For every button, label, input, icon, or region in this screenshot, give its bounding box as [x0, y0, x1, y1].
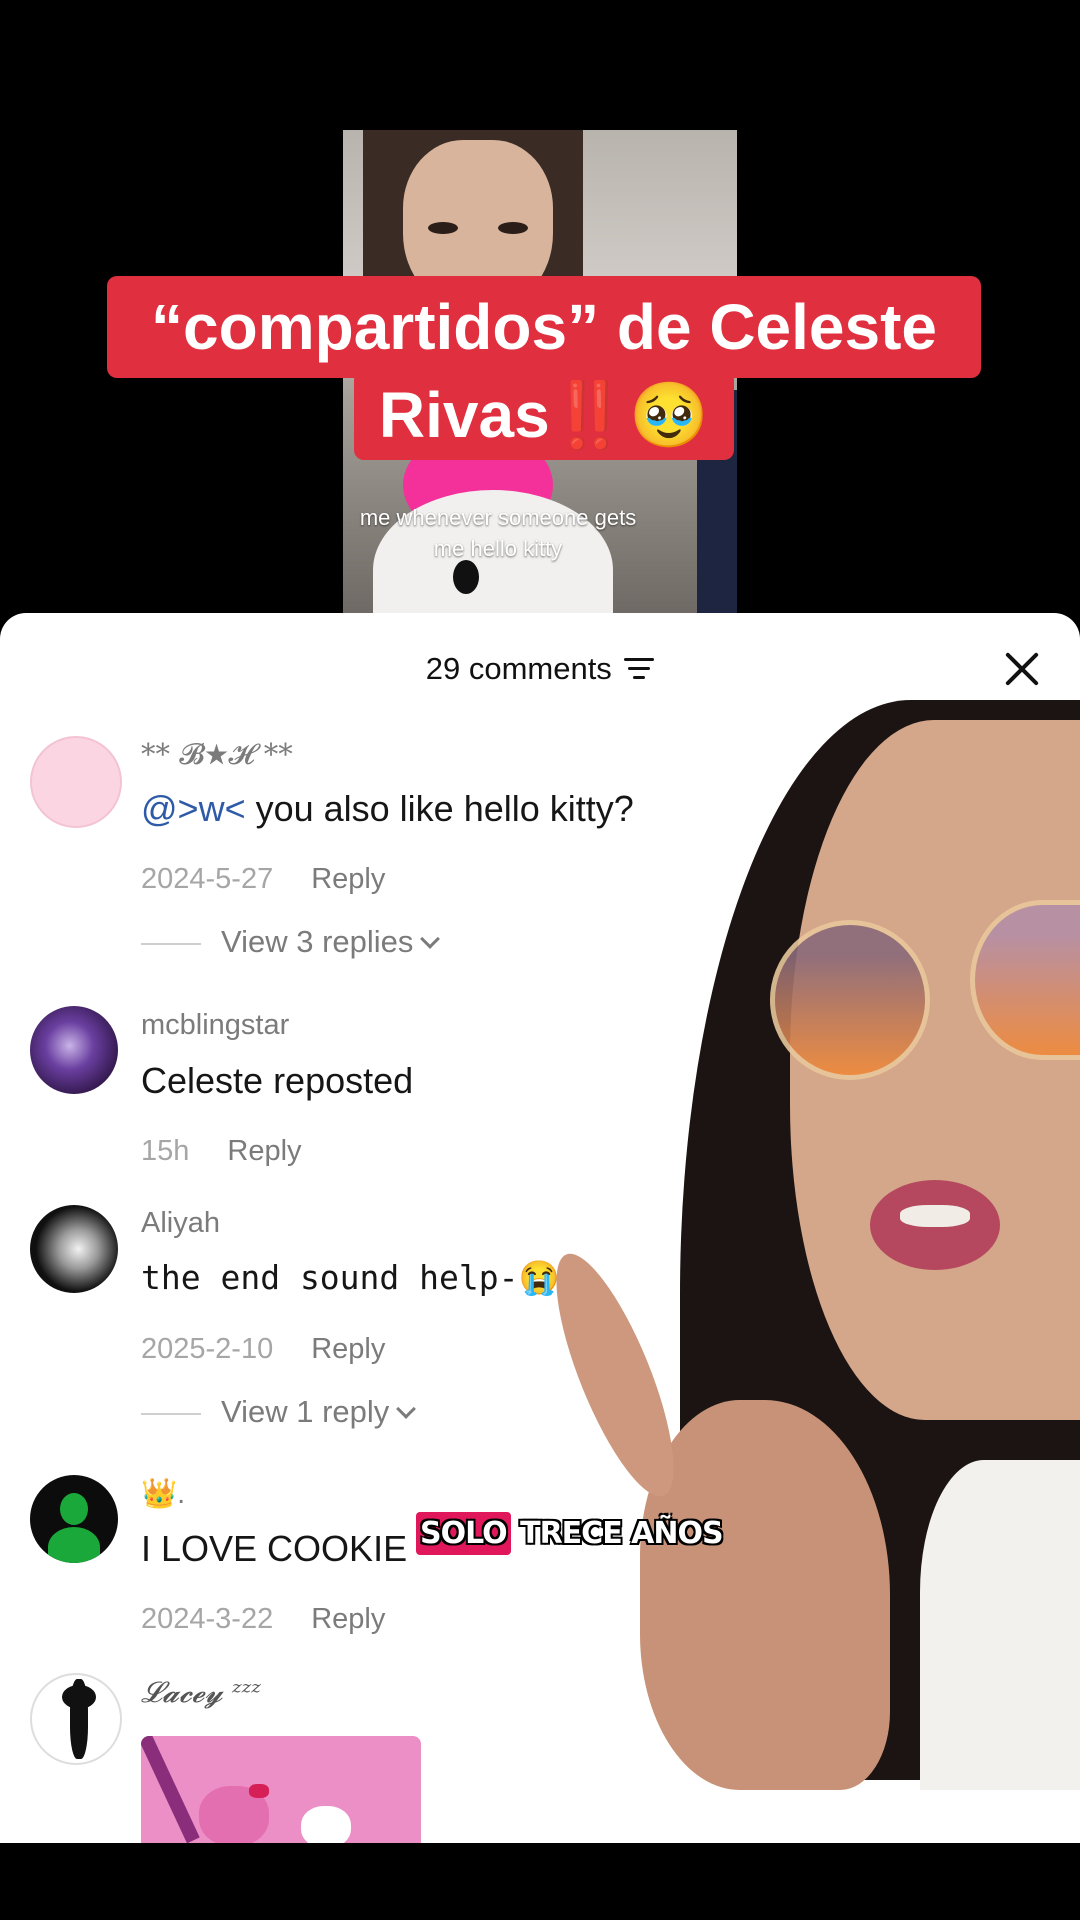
subtitle-rest: TRECE AÑOS — [510, 1516, 723, 1551]
presenter-overlay — [533, 680, 1080, 1790]
comment-body: I LOVE COOKIE — [141, 1528, 408, 1569]
comment-username[interactable]: 𝓛𝓪𝓬𝓮𝔂 ᶻᶻᶻ — [141, 1675, 261, 1710]
presenter-teeth — [900, 1205, 970, 1227]
comment-meta: 2024-3-22 Reply — [141, 1603, 385, 1636]
media-kitty-figure-white — [301, 1806, 351, 1843]
comment-count: 29 comments — [425, 651, 612, 686]
video-caption: me whenever someone gets me hello kitty — [359, 505, 637, 561]
chevron-down-icon — [396, 1399, 417, 1419]
comment-username[interactable]: Aliyah — [141, 1207, 220, 1240]
comment-meta: 2024-5-27 Reply — [141, 863, 385, 896]
comment-username[interactable]: mcblingstar — [141, 1009, 289, 1042]
avatar[interactable] — [30, 1205, 118, 1293]
avatar-figure-head — [62, 1685, 96, 1709]
comment-username[interactable]: ** 𝓑★𝓗 ** — [141, 737, 293, 772]
view-replies-label: View 1 reply — [221, 1394, 390, 1429]
video-title-line1: “compartidos” de Celeste — [107, 276, 981, 378]
media-kitty-bow — [249, 1784, 269, 1798]
sunglasses-left-lens — [770, 920, 930, 1080]
replies-divider — [141, 1412, 201, 1415]
comment-username[interactable]: 👑. — [141, 1477, 185, 1511]
avatar[interactable] — [30, 1475, 118, 1563]
presenter-shirt — [920, 1460, 1080, 1790]
avatar[interactable] — [30, 1006, 118, 1094]
comment-date: 2025-2-10 — [141, 1333, 274, 1365]
replies-divider — [141, 942, 201, 945]
comment-mention[interactable]: @>w< — [141, 788, 246, 829]
reply-button[interactable]: Reply — [311, 863, 385, 895]
video-eye-right — [498, 222, 528, 234]
comment-body: you also like hello kitty? — [245, 788, 634, 829]
reply-button[interactable]: Reply — [311, 1333, 385, 1365]
video-eye-left — [428, 222, 458, 234]
video-title-text2: Rivas — [378, 379, 550, 451]
reply-button[interactable]: Reply — [227, 1135, 301, 1167]
presenter-hand — [640, 1400, 890, 1790]
view-replies-label: View 3 replies — [221, 924, 414, 959]
default-avatar-body — [48, 1527, 100, 1563]
reply-button[interactable]: Reply — [311, 1603, 385, 1635]
bottom-bar — [0, 1843, 1080, 1920]
view-replies-button[interactable]: View 3 replies — [141, 924, 441, 960]
video-kitty-eye — [453, 560, 479, 594]
video-title-text1: “compartidos” de Celeste — [151, 291, 937, 363]
title-emoji: ‼️🥹 — [549, 379, 710, 451]
subtitle-highlight: SOLO — [416, 1512, 511, 1555]
comment-text: @>w< you also like hello kitty? — [141, 788, 634, 830]
comment-date: 2024-5-27 — [141, 863, 274, 895]
avatar[interactable] — [30, 1673, 122, 1765]
view-replies-button[interactable]: View 1 reply — [141, 1394, 417, 1430]
media-cord — [141, 1736, 200, 1843]
comment-body: Celeste reposted — [141, 1060, 414, 1101]
chevron-down-icon — [420, 929, 441, 949]
comment-body: 𝚝𝚑𝚎 𝚎𝚗𝚍 𝚜𝚘𝚞𝚗𝚍 𝚑𝚎𝚕𝚙-😭 — [141, 1258, 560, 1297]
comment-meta: 15h Reply — [141, 1135, 302, 1168]
comment-meta: 2025-2-10 Reply — [141, 1333, 385, 1366]
avatar[interactable] — [30, 736, 122, 828]
video-title-line2: Rivas‼️🥹 — [354, 370, 734, 460]
default-avatar-head — [60, 1493, 88, 1525]
comment-media-thumbnail[interactable] — [141, 1736, 421, 1843]
overlay-subtitle: SOLO TRECE AÑOS — [416, 1512, 724, 1555]
comment-date: 15h — [141, 1135, 190, 1167]
comment-date: 2024-3-22 — [141, 1603, 274, 1635]
sort-icon[interactable] — [624, 658, 655, 680]
